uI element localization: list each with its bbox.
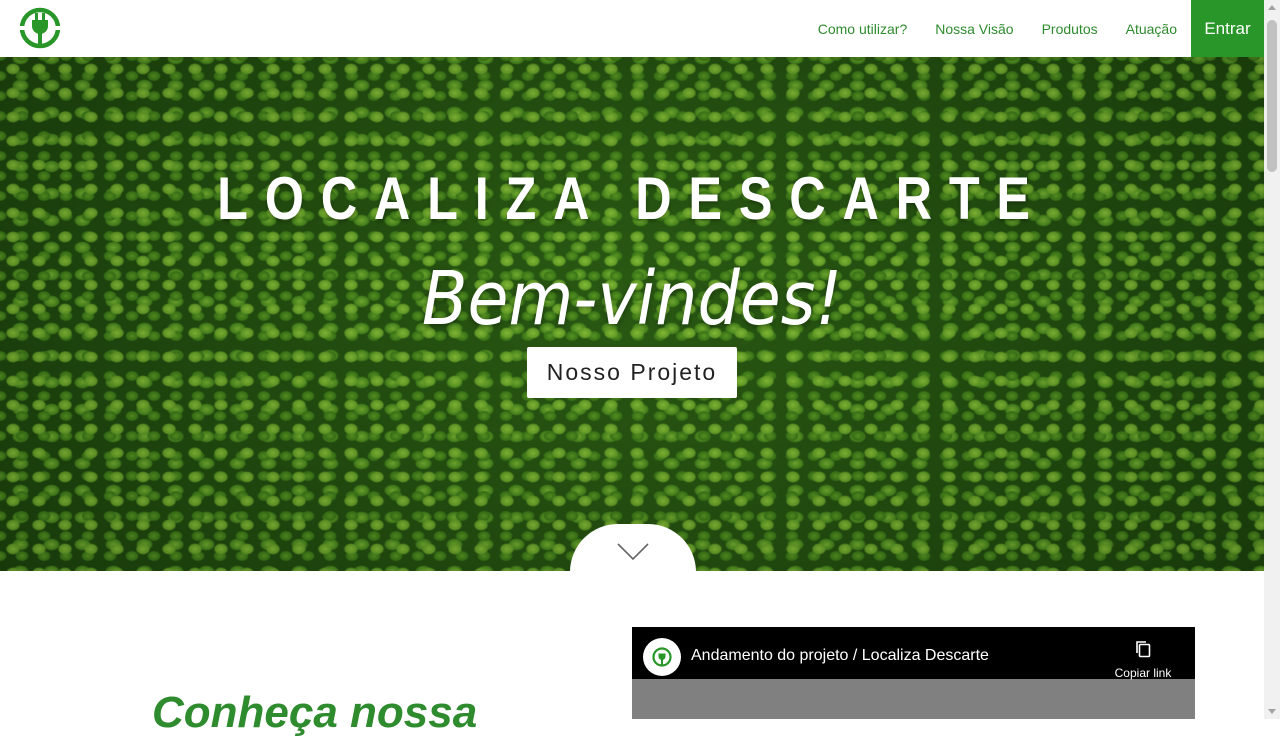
video-title[interactable]: Andamento do projeto / Localiza Descarte [691,647,989,665]
nav-links: Como utilizar? Nossa Visão Produtos Atua… [790,0,1177,57]
nav-link-como-utilizar[interactable]: Como utilizar? [818,21,907,37]
top-navbar: Como utilizar? Nossa Visão Produtos Atua… [0,0,1264,57]
nav-link-nossa-visao[interactable]: Nossa Visão [935,21,1013,37]
scroll-up-arrow-icon[interactable] [1268,5,1276,10]
channel-avatar[interactable] [643,638,681,676]
page-scrollbar[interactable] [1264,0,1280,719]
video-header: Andamento do projeto / Localiza Descarte… [632,627,1195,680]
our-project-button[interactable]: Nosso Projeto [527,347,737,398]
nav-link-produtos[interactable]: Produtos [1042,21,1098,37]
copy-icon [1136,641,1151,658]
section-heading: Conheça nossa [152,688,478,737]
channel-logo-icon [652,647,672,667]
login-button[interactable]: Entrar [1191,0,1264,57]
hero-banner: LOCALIZA DESCARTE Bem-vindes! Nosso Proj… [0,57,1264,571]
copy-link-label: Copiar link [1114,666,1172,680]
copy-link-button[interactable]: Copiar link [1108,638,1178,680]
video-embed[interactable]: Andamento do projeto / Localiza Descarte… [632,627,1195,719]
nav-link-atuacao[interactable]: Atuação [1126,21,1177,37]
hero-title: LOCALIZA DESCARTE [217,165,1047,232]
scroll-down-arrow-icon[interactable] [1268,709,1276,714]
scrollbar-thumb[interactable] [1267,20,1277,172]
logo-icon[interactable] [17,6,63,50]
hero-subtitle: Bem-vindes! [421,256,843,342]
chevron-down-icon [617,543,649,561]
